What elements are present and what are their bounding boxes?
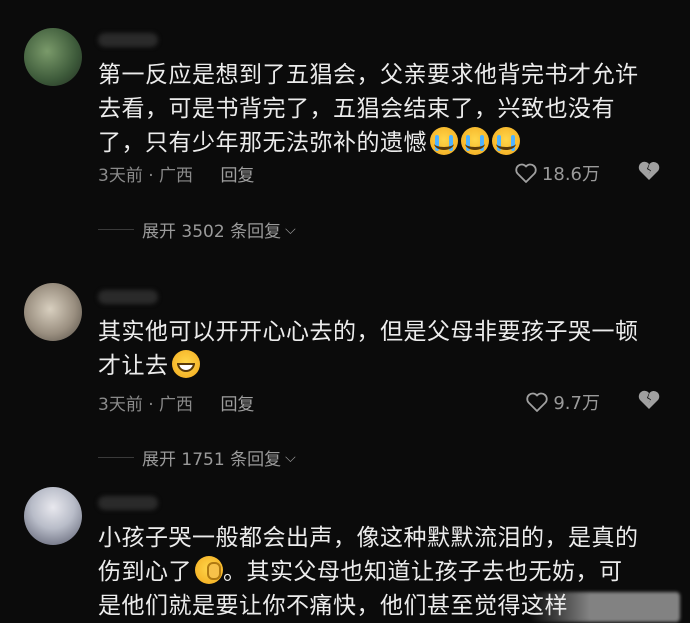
crying-emoji-icon	[430, 127, 458, 155]
broken-heart-icon	[638, 390, 660, 409]
heart-outline-icon	[515, 163, 537, 183]
broken-heart-icon	[638, 161, 660, 180]
chevron-down-icon: ⌵	[285, 449, 296, 466]
crying-emoji-icon	[492, 127, 520, 155]
comment-line: 第一反应是想到了五猖会，父亲要求他背完书才允许	[98, 62, 639, 88]
dislike-button[interactable]	[636, 159, 662, 187]
like-count: 9.7万	[553, 393, 600, 414]
comment-text: 第一反应是想到了五猖会，父亲要求他背完书才允许 去看，可是书背完了，五猖会结束了…	[98, 58, 664, 160]
avatar[interactable]	[24, 487, 82, 545]
avatar[interactable]	[24, 28, 82, 86]
comment-text: 其实他可以开开心心去的，但是父母非要孩子哭一顿 才让去	[98, 315, 664, 383]
like-button[interactable]: 18.6万	[514, 160, 600, 186]
dislike-button[interactable]	[636, 388, 662, 416]
comment-meta: 3天前 · 广西 回复	[98, 390, 254, 415]
expand-replies-button[interactable]: 展开 3502 条回复 ⌵	[98, 217, 296, 242]
time-location: 3天前 · 广西	[98, 395, 194, 415]
chevron-down-icon: ⌵	[285, 221, 296, 238]
comment-line: 其实他可以开开心心去的，但是父母非要孩子哭一顿	[98, 319, 639, 345]
comment-line: 才让去	[98, 353, 169, 379]
grinning-sweat-emoji-icon	[171, 350, 200, 378]
username-blurred[interactable]	[98, 496, 158, 510]
like-button[interactable]: 9.7万	[525, 389, 600, 415]
time-location: 3天前 · 广西	[98, 166, 194, 186]
like-count: 18.6万	[541, 164, 600, 185]
expand-label: 展开 3502 条回复	[142, 222, 282, 242]
reply-button[interactable]: 回复	[220, 395, 254, 415]
comment-line: 。其实父母也知道让孩子去也无妨，可	[223, 559, 623, 585]
avatar[interactable]	[24, 283, 82, 341]
facepalm-emoji-icon	[195, 556, 223, 584]
comment-line: 伤到心了	[98, 559, 192, 585]
divider-line	[98, 457, 134, 458]
comment-line: 了，只有少年那无法弥补的遗憾	[98, 130, 427, 156]
expand-replies-button[interactable]: 展开 1751 条回复 ⌵	[98, 445, 296, 470]
divider-line	[98, 229, 134, 230]
comment-line: 去看，可是书背完了，五猖会结束了，兴致也没有	[98, 96, 615, 122]
crying-emoji-icon	[461, 127, 489, 155]
username-blurred[interactable]	[98, 33, 158, 47]
reply-button[interactable]: 回复	[220, 166, 254, 186]
expand-label: 展开 1751 条回复	[142, 450, 282, 470]
comment-meta: 3天前 · 广西 回复	[98, 161, 254, 186]
watermark	[530, 592, 680, 622]
username-blurred[interactable]	[98, 290, 158, 304]
comment-line: 小孩子哭一般都会出声，像这种默默流泪的，是真的	[98, 525, 639, 551]
heart-outline-icon	[526, 392, 549, 412]
